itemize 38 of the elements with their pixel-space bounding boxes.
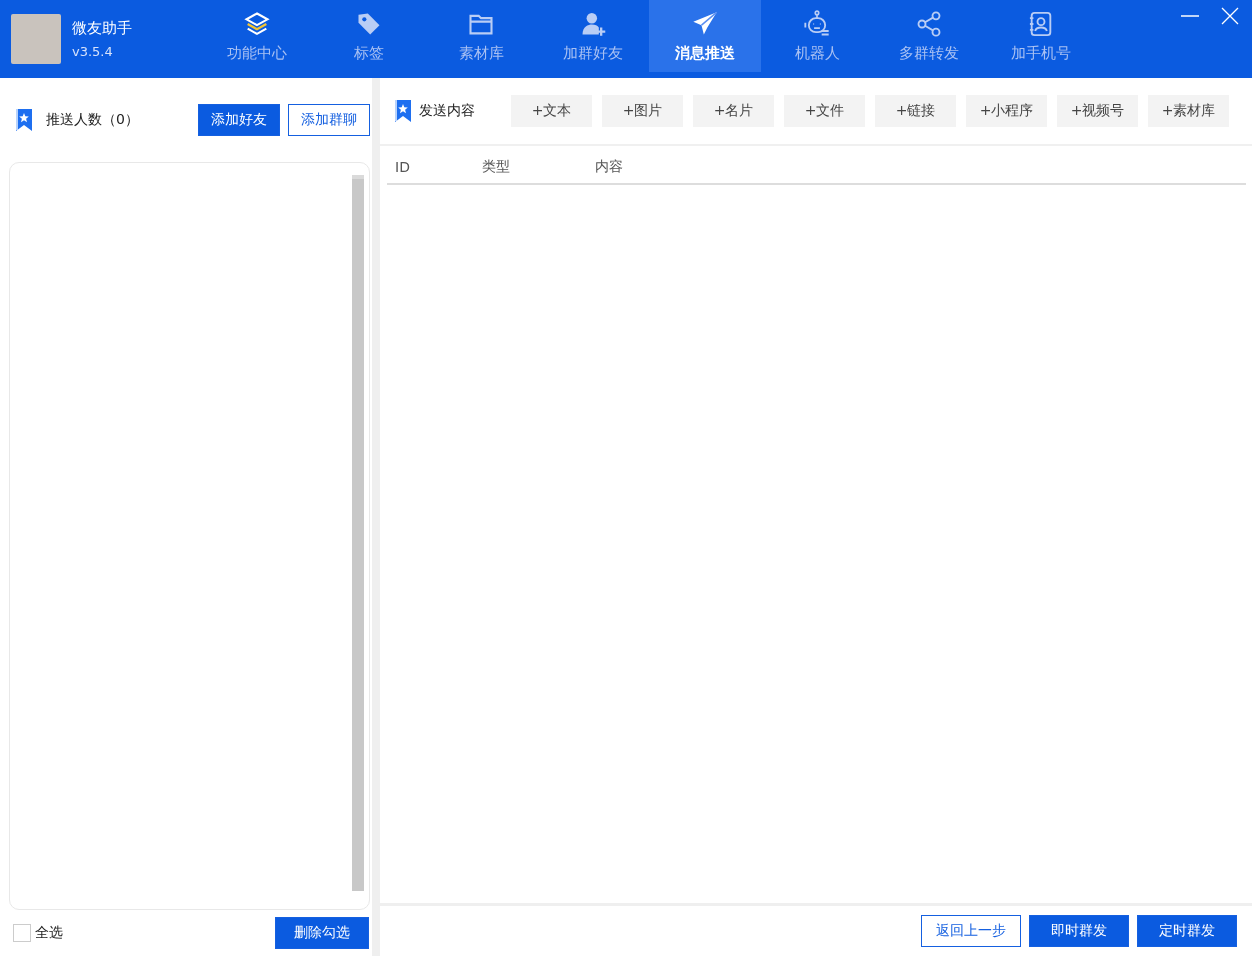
nav-tab[interactable]: 素材库	[425, 0, 537, 72]
app-version: v3.5.4	[72, 44, 114, 59]
add-content-button[interactable]: +名片	[693, 95, 774, 127]
avatar-photo-placeholder	[11, 14, 61, 64]
nav-tab[interactable]: 消息推送	[649, 0, 761, 72]
add-content-button[interactable]: +链接	[875, 95, 956, 127]
add-content-button[interactable]: +文件	[784, 95, 865, 127]
footer-button[interactable]: 定时群发	[1137, 915, 1237, 947]
nav-tab[interactable]: 功能中心	[201, 0, 313, 72]
add-content-button[interactable]: +素材库	[1148, 95, 1229, 127]
add-friend-button[interactable]: 添加好友	[198, 104, 280, 136]
nav-tab[interactable]: 多群转发	[873, 0, 985, 72]
nav-tab[interactable]: 标签	[313, 0, 425, 72]
scrollbar[interactable]	[352, 175, 364, 891]
column-header: ID	[394, 158, 411, 175]
app-name: 微友助手	[72, 19, 132, 38]
add-content-button[interactable]: +文本	[511, 95, 592, 127]
footer-button[interactable]: 返回上一步	[921, 915, 1021, 947]
add-content-button[interactable]: +小程序	[966, 95, 1047, 127]
content-title: 发送内容	[419, 102, 476, 120]
nav-tab[interactable]: 加群好友	[537, 0, 649, 72]
select-all-checkbox[interactable]	[13, 924, 31, 942]
footer-button[interactable]: 即时群发	[1029, 915, 1129, 947]
add-content-button[interactable]: +视频号	[1057, 95, 1138, 127]
add-group-button[interactable]: 添加群聊	[288, 104, 370, 136]
nav-tab[interactable]: 机器人	[761, 0, 873, 72]
add-content-button[interactable]: +图片	[602, 95, 683, 127]
close-icon[interactable]	[1220, 6, 1240, 26]
delete-selected-button[interactable]: 删除勾选	[275, 917, 369, 949]
column-header: 内容	[595, 157, 623, 176]
bookmark-star-icon	[14, 108, 34, 132]
robot-icon	[803, 9, 831, 38]
recipient-count-label: 推送人数（0）	[46, 111, 140, 129]
nav-tab[interactable]: 加手机号	[985, 0, 1097, 72]
bookmark-star-icon	[393, 99, 413, 123]
select-all-label: 全选	[35, 924, 63, 942]
share-icon	[915, 9, 943, 38]
column-header: 类型	[482, 157, 511, 176]
